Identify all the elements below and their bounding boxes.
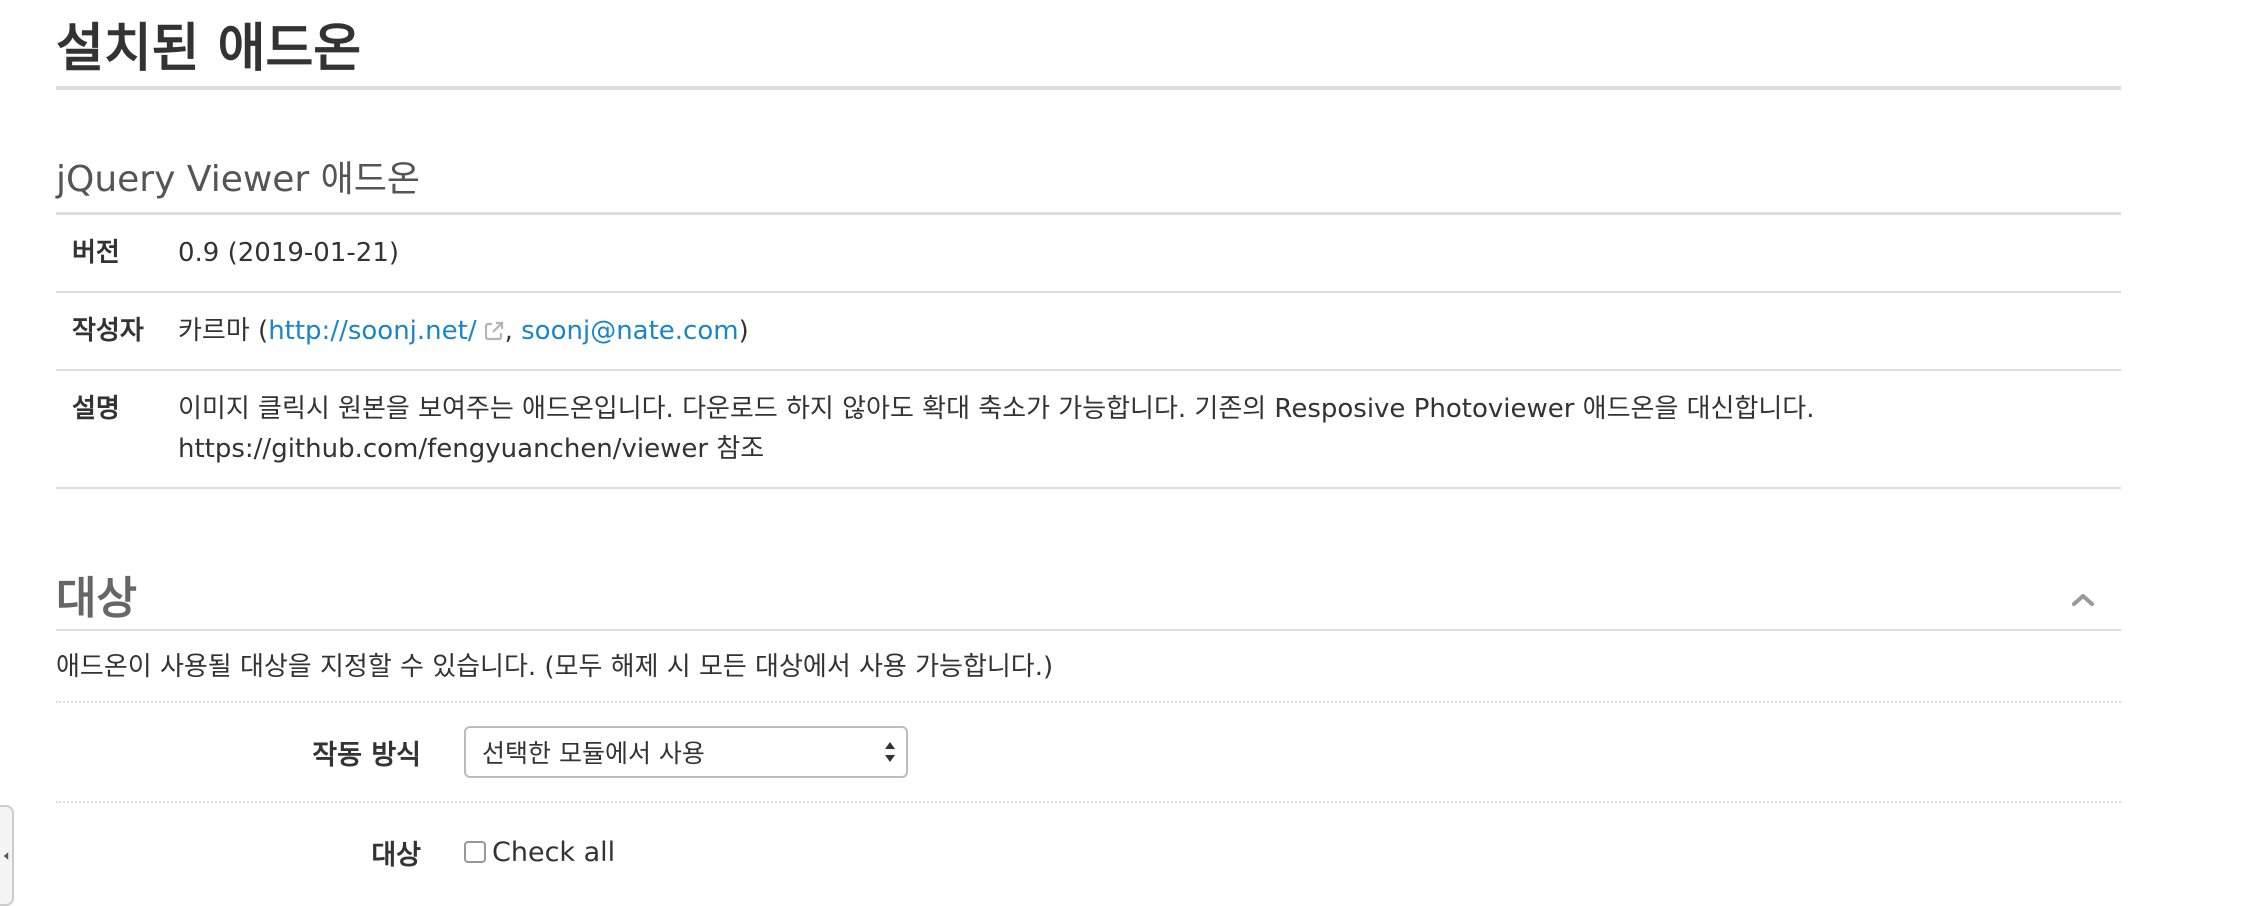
table-row-description: 설명 이미지 클릭시 원본을 보여주는 애드온입니다. 다운로드 하지 않아도 … [56,370,2121,488]
author-email-link[interactable]: soonj@nate.com [521,316,738,346]
mode-control: 선택한 모듈에서 사용 [464,726,908,778]
description-line-2: https://github.com/fengyuanchen/viewer 참… [178,434,765,464]
author-homepage-link[interactable]: http://soonj.net/ [268,316,476,346]
side-panel-toggle[interactable] [0,805,14,906]
check-all-checkbox[interactable] [464,841,486,863]
author-label: 작성자 [72,316,144,346]
description-label: 설명 [72,394,120,424]
version-value: 0.9 (2019-01-21) [178,238,399,268]
table-row-author: 작성자 카르마 (http://soonj.net/, soonj@nate.c… [56,292,2121,370]
target-section-description: 애드온이 사용될 대상을 지정할 수 있습니다. (모두 해제 시 모든 대상에… [56,631,2121,703]
chevron-up-icon [2071,591,2095,611]
target-label: 대상 [371,839,421,871]
up-down-arrows-icon [884,738,896,766]
version-label: 버전 [72,238,120,268]
target-section-header: 대상 [56,569,2121,631]
description-line-1: 이미지 클릭시 원본을 보여주는 애드온입니다. 다운로드 하지 않아도 확대 … [178,394,1815,424]
collapse-section-button[interactable] [2065,583,2101,619]
addon-title: jQuery Viewer 애드온 [56,148,2121,215]
author-value: 카르마 (http://soonj.net/, soonj@nate.com) [162,292,2121,370]
target-control: Check all [464,837,615,868]
caret-left-icon [3,846,9,865]
mode-select[interactable]: 선택한 모듈에서 사용 [464,726,908,778]
mode-row: 작동 방식 선택한 모듈에서 사용 [56,703,2121,803]
external-link-icon [483,314,505,341]
addon-info-table: 버전 0.9 (2019-01-21) 작성자 카르마 (http://soon… [56,215,2121,489]
description-value: 이미지 클릭시 원본을 보여주는 애드온입니다. 다운로드 하지 않아도 확대 … [162,370,2121,488]
author-paren-open: ( [249,316,269,346]
author-paren-close: ) [738,316,749,346]
target-section-title: 대상 [56,573,137,624]
mode-select-value: 선택한 모듈에서 사용 [482,739,705,768]
mode-label: 작동 방식 [312,739,421,771]
author-separator: , [504,316,522,346]
check-all-label[interactable]: Check all [492,837,615,868]
author-name: 카르마 [178,316,250,346]
table-row-version: 버전 0.9 (2019-01-21) [56,215,2121,292]
main-content: 설치된 애드온 jQuery Viewer 애드온 버전 0.9 (2019-0… [56,0,2121,901]
page-title: 설치된 애드온 [56,0,2121,90]
target-row: 대상 Check all [56,803,2121,901]
